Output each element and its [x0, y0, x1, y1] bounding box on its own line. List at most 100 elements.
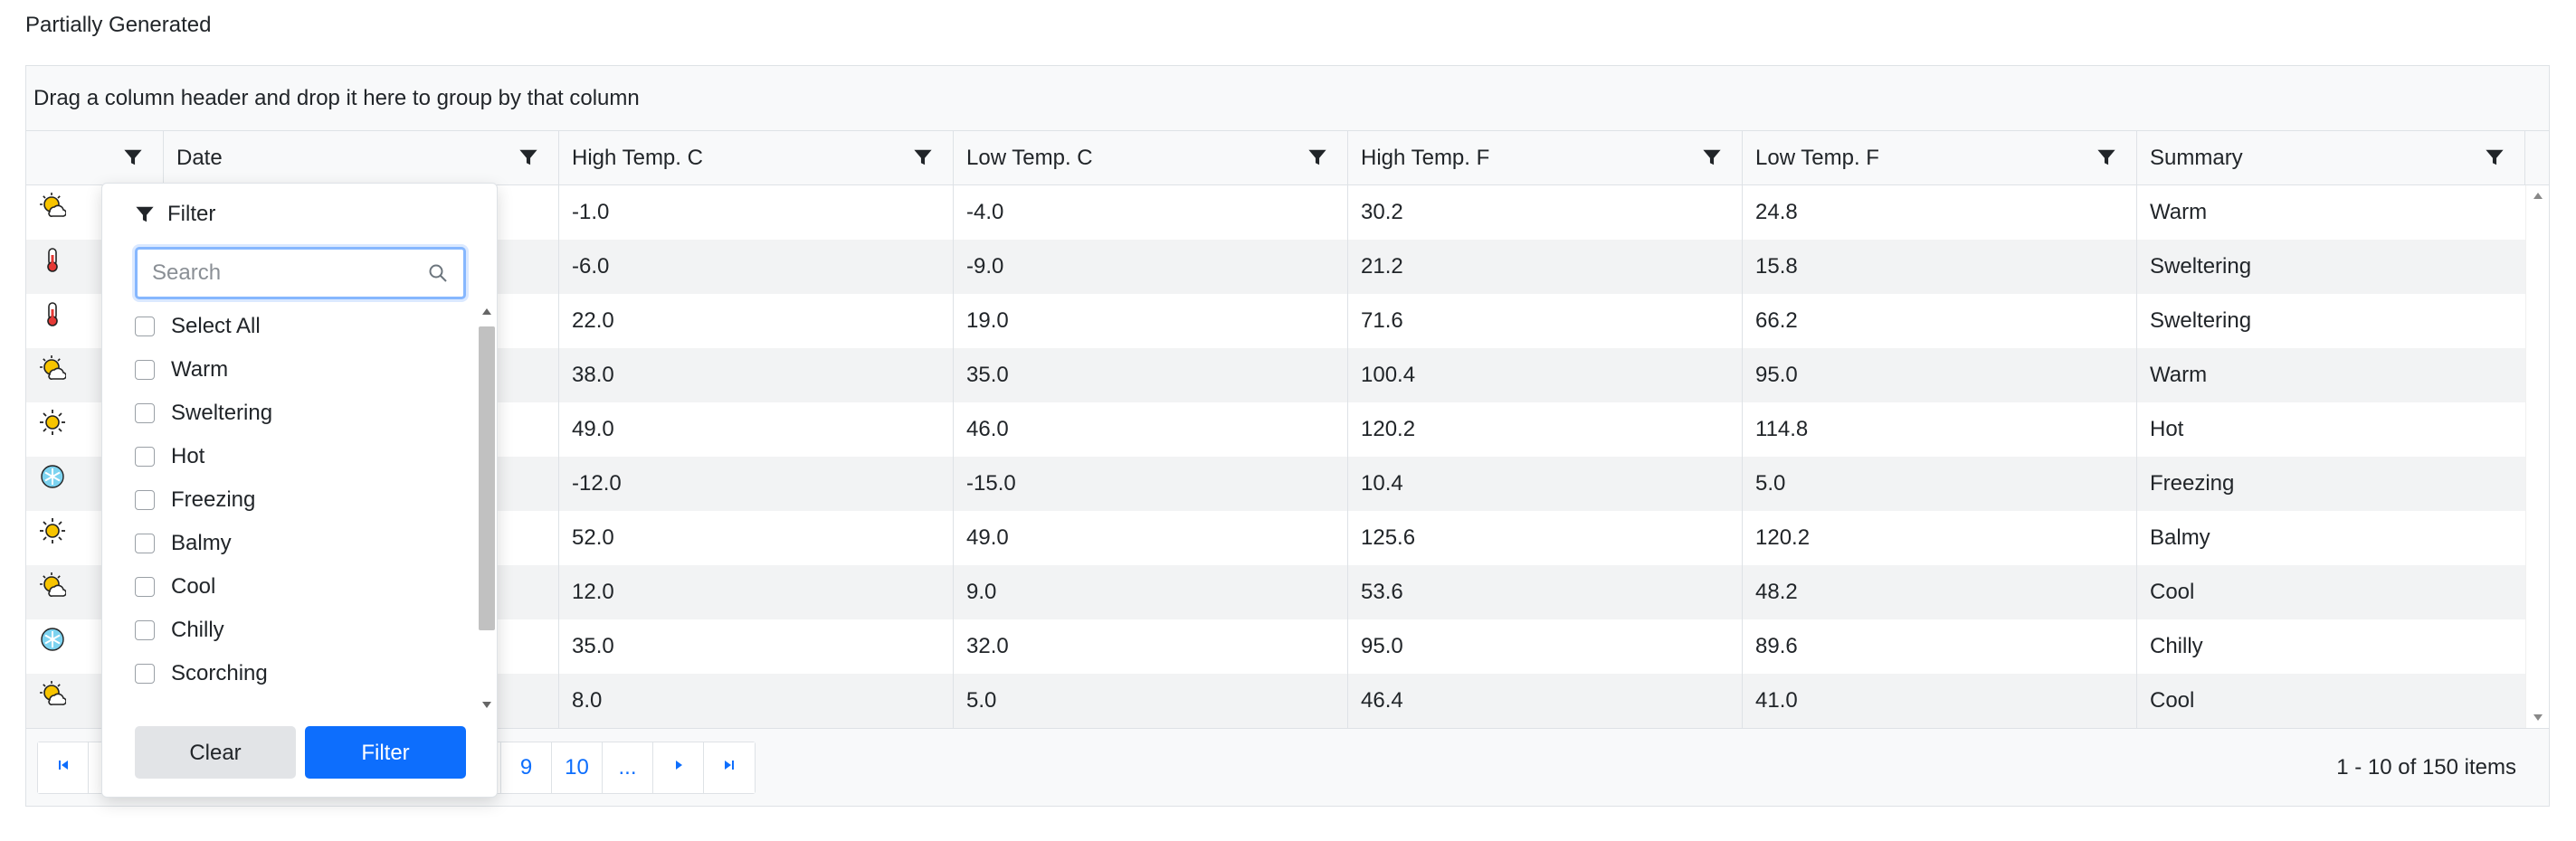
filter-icon[interactable] — [518, 147, 538, 167]
column-header-low-temp-c[interactable]: Low Temp. C — [954, 131, 1348, 185]
column-header-label: Date — [176, 146, 223, 170]
cell-low-temp-c: -9.0 — [954, 240, 1348, 294]
checkbox[interactable] — [135, 360, 155, 380]
checkbox[interactable] — [135, 317, 155, 336]
cell-summary: Balmy — [2150, 525, 2210, 550]
cell-high-temp-c: 35.0 — [559, 619, 954, 674]
cell-high-temp-f: 95.0 — [1348, 619, 1743, 674]
filter-option-label: Cool — [171, 574, 216, 599]
cell-summary: Cool — [2150, 688, 2195, 713]
apply-filter-button[interactable]: Filter — [305, 726, 466, 779]
column-header-high-temp-c[interactable]: High Temp. C — [559, 131, 954, 185]
cell-low-temp-f: 114.8 — [1743, 402, 2137, 457]
column-header-label: Low Temp. C — [966, 146, 1093, 170]
column-header-date[interactable]: Date — [164, 131, 559, 185]
cell-low-temp-c: 9.0 — [954, 565, 1348, 619]
cell-high-temp-f: 53.6 — [1348, 565, 1743, 619]
grid-vertical-scrollbar[interactable] — [2525, 185, 2549, 728]
cell-high-temp-c: 49.0 — [559, 402, 954, 457]
filter-option[interactable]: Warm — [135, 348, 482, 392]
checkbox[interactable] — [135, 664, 155, 684]
cell-high-temp-c: 12.0 — [559, 565, 954, 619]
scroll-down-icon[interactable] — [2533, 714, 2543, 721]
filter-option[interactable]: Hot — [135, 435, 482, 478]
sun-icon — [39, 511, 66, 565]
filter-option-label: Warm — [171, 357, 229, 382]
cell-low-temp-f: 15.8 — [1743, 240, 2137, 294]
cell-summary: Sweltering — [2150, 308, 2252, 333]
cell-low-temp-f: 24.8 — [1743, 185, 2137, 240]
cell-low-temp-f: 95.0 — [1743, 348, 2137, 402]
last-page-button[interactable] — [704, 742, 755, 793]
filter-icon[interactable] — [1702, 147, 1722, 167]
filter-option-label: Hot — [171, 444, 205, 468]
cell-high-temp-f: 100.4 — [1348, 348, 1743, 402]
cell-high-temp-f: 21.2 — [1348, 240, 1743, 294]
cell-summary: Chilly — [2150, 634, 2203, 658]
cell-low-temp-c: 5.0 — [954, 674, 1348, 728]
pager-info: 1 - 10 of 150 items — [2336, 755, 2516, 780]
first-page-button[interactable] — [38, 742, 89, 793]
page-button-10[interactable]: 10 — [552, 742, 603, 793]
filter-icon[interactable] — [2096, 147, 2116, 167]
thermometer-icon — [39, 294, 66, 348]
header-scroll-gap — [2525, 131, 2549, 185]
checkbox[interactable] — [135, 577, 155, 597]
filter-list-scrollbar[interactable] — [477, 305, 497, 712]
snowflake-icon — [39, 619, 66, 674]
filter-search-input[interactable] — [138, 250, 409, 297]
cell-low-temp-f: 41.0 — [1743, 674, 2137, 728]
sun-cloud-icon — [39, 565, 66, 619]
cell-low-temp-f: 5.0 — [1743, 457, 2137, 511]
column-header-low-temp-f[interactable]: Low Temp. F — [1743, 131, 2137, 185]
cell-high-temp-f: 30.2 — [1348, 185, 1743, 240]
cell-high-temp-f: 46.4 — [1348, 674, 1743, 728]
cell-low-temp-f: 89.6 — [1743, 619, 2137, 674]
checkbox[interactable] — [135, 620, 155, 640]
filter-option[interactable]: Chilly — [135, 609, 482, 652]
cell-low-temp-c: -15.0 — [954, 457, 1348, 511]
scroll-down-icon[interactable] — [482, 702, 491, 708]
page-button-more[interactable]: ... — [603, 742, 653, 793]
cell-high-temp-f: 125.6 — [1348, 511, 1743, 565]
cell-high-temp-c: 52.0 — [559, 511, 954, 565]
group-panel[interactable]: Drag a column header and drop it here to… — [26, 66, 2549, 131]
cell-high-temp-c: -6.0 — [559, 240, 954, 294]
filter-option[interactable]: Balmy — [135, 522, 482, 565]
column-header-summary[interactable]: Summary — [2137, 131, 2525, 185]
filter-option[interactable]: Scorching — [135, 652, 482, 695]
filter-option[interactable]: Sweltering — [135, 392, 482, 435]
filter-icon[interactable] — [2485, 147, 2505, 167]
checkbox[interactable] — [135, 490, 155, 510]
checkbox[interactable] — [135, 403, 155, 423]
sun-icon — [39, 402, 66, 457]
clear-button[interactable]: Clear — [135, 726, 296, 779]
scroll-up-icon[interactable] — [482, 308, 491, 315]
filter-option[interactable]: Cool — [135, 565, 482, 609]
next-page-button[interactable] — [653, 742, 704, 793]
column-header-label: Low Temp. F — [1755, 146, 1879, 170]
column-header-label: Summary — [2150, 146, 2243, 170]
search-icon — [429, 264, 447, 282]
filter-icon[interactable] — [913, 147, 933, 167]
scroll-thumb[interactable] — [479, 326, 495, 630]
cell-summary: Sweltering — [2150, 254, 2252, 279]
cell-high-temp-f: 71.6 — [1348, 294, 1743, 348]
filter-icon — [136, 206, 154, 222]
sun-cloud-icon — [39, 348, 66, 402]
filter-icon[interactable] — [123, 147, 143, 167]
checkbox[interactable] — [135, 447, 155, 467]
column-header-high-temp-f[interactable]: High Temp. F — [1348, 131, 1743, 185]
filter-option[interactable]: Freezing — [135, 478, 482, 522]
column-header-icon[interactable] — [26, 131, 164, 185]
cell-low-temp-c: 32.0 — [954, 619, 1348, 674]
checkbox[interactable] — [135, 534, 155, 553]
scroll-up-icon[interactable] — [2533, 193, 2543, 199]
last-page-icon — [725, 761, 734, 770]
filter-option[interactable]: Select All — [135, 305, 482, 348]
filter-option-label: Balmy — [171, 531, 232, 555]
filter-icon[interactable] — [1307, 147, 1327, 167]
page-button-9[interactable]: 9 — [501, 742, 552, 793]
cell-low-temp-f: 48.2 — [1743, 565, 2137, 619]
filter-option-label: Sweltering — [171, 401, 273, 425]
